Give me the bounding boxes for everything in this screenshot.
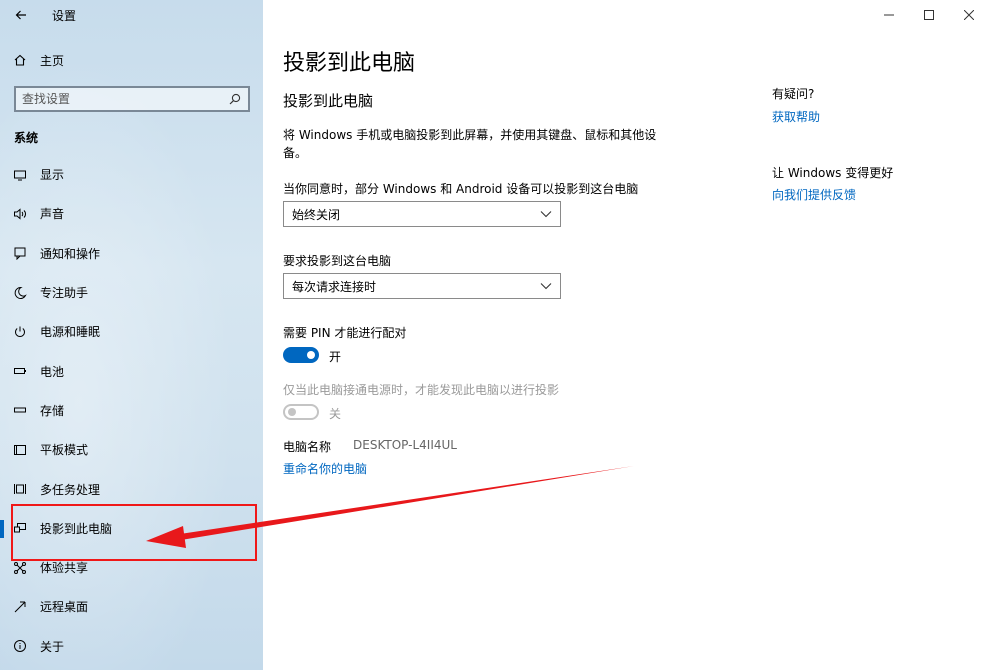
pc-name-value: DESKTOP-L4II4UL: [353, 438, 457, 452]
sidebar-item-label: 体验共享: [40, 561, 89, 576]
sidebar-item-about[interactable]: 关于: [0, 627, 263, 666]
sidebar-item-project-to-pc[interactable]: 投影到此电脑: [0, 509, 263, 548]
improve-windows-title: 让 Windows 变得更好: [772, 166, 894, 180]
sidebar-item-home[interactable]: 主页: [0, 46, 263, 74]
storage-icon: [0, 403, 40, 417]
availability-label: 当你同意时，部分 Windows 和 Android 设备可以投影到这台电脑: [283, 182, 639, 196]
pin-toggle[interactable]: [283, 347, 319, 363]
minimize-icon: [884, 14, 894, 16]
power-discovery-label: 仅当此电脑接通电源时，才能发现此电脑以进行投影: [283, 383, 560, 397]
sidebar-item-multitasking[interactable]: 多任务处理: [0, 469, 263, 508]
sidebar-item-label: 关于: [40, 639, 65, 654]
feedback-link[interactable]: 向我们提供反馈: [772, 186, 856, 203]
sidebar-item-shared-experiences[interactable]: 体验共享: [0, 548, 263, 587]
sidebar-item-label: 电池: [40, 364, 65, 379]
home-label: 主页: [40, 53, 65, 68]
app-title: 设置: [52, 9, 77, 23]
speaker-icon: [0, 207, 40, 221]
availability-dropdown[interactable]: 始终关闭: [283, 201, 561, 227]
minimize-button[interactable]: [869, 0, 909, 30]
help-question-title: 有疑问?: [772, 87, 815, 101]
section-subtitle: 投影到此电脑: [283, 92, 374, 110]
power-icon: [0, 325, 40, 339]
sidebar-item-battery[interactable]: 电池: [0, 351, 263, 390]
ask-to-project-dropdown-value: 每次请求连接时: [292, 279, 377, 294]
page-title: 投影到此电脑: [283, 51, 416, 76]
sidebar-item-label: 专注助手: [40, 286, 89, 301]
ask-to-project-label: 要求投影到这台电脑: [283, 254, 392, 268]
sidebar-item-label: 平板模式: [40, 443, 89, 458]
sidebar: 设置 主页 系统 显示 声音 通知和操作 专注助手 电源和睡眠: [0, 0, 263, 670]
sidebar-item-label: 投影到此电脑: [40, 521, 113, 536]
home-icon: [0, 53, 40, 67]
chevron-down-icon: [540, 283, 552, 290]
sidebar-item-storage[interactable]: 存储: [0, 391, 263, 430]
sidebar-item-sound[interactable]: 声音: [0, 194, 263, 233]
share-icon: [0, 561, 40, 575]
battery-icon: [0, 364, 40, 378]
sidebar-item-remote-desktop[interactable]: 远程桌面: [0, 587, 263, 626]
section-label: 系统: [14, 131, 39, 145]
sidebar-item-focus-assist[interactable]: 专注助手: [0, 273, 263, 312]
sidebar-nav: 显示 声音 通知和操作 专注助手 电源和睡眠 电池 存储 平板模式 多任务处理 …: [0, 155, 263, 666]
sidebar-item-tablet-mode[interactable]: 平板模式: [0, 430, 263, 469]
sidebar-item-display[interactable]: 显示: [0, 155, 263, 194]
maximize-button[interactable]: [909, 0, 949, 30]
projection-icon: [0, 521, 40, 535]
sidebar-item-power-sleep[interactable]: 电源和睡眠: [0, 312, 263, 351]
sidebar-item-label: 电源和睡眠: [40, 325, 101, 340]
sidebar-item-label: 远程桌面: [40, 600, 89, 615]
rename-pc-link[interactable]: 重命名你的电脑: [283, 460, 367, 477]
search-box[interactable]: [14, 86, 250, 112]
pc-name-label: 电脑名称: [283, 440, 332, 454]
window-controls: [869, 0, 989, 30]
monitor-icon: [0, 168, 40, 182]
info-icon: [0, 639, 40, 653]
tablet-icon: [0, 443, 40, 457]
sidebar-item-label: 多任务处理: [40, 482, 101, 497]
ask-to-project-dropdown[interactable]: 每次请求连接时: [283, 273, 561, 299]
search-input[interactable]: [22, 92, 228, 106]
power-discovery-toggle[interactable]: [283, 404, 319, 420]
sidebar-item-label: 通知和操作: [40, 246, 101, 261]
close-icon: [964, 10, 974, 20]
pin-toggle-state: 开: [329, 350, 342, 364]
main-content: 投影到此电脑 投影到此电脑 将 Windows 手机或电脑投影到此屏幕，并使用其…: [263, 0, 989, 670]
sidebar-item-label: 存储: [40, 403, 65, 418]
availability-dropdown-value: 始终关闭: [292, 207, 341, 222]
pin-label: 需要 PIN 才能进行配对: [283, 326, 407, 340]
page-description: 将 Windows 手机或电脑投影到此屏幕，并使用其键盘、鼠标和其他设备。: [283, 128, 657, 160]
remote-desktop-icon: [0, 600, 40, 614]
maximize-icon: [924, 10, 934, 20]
multitask-icon: [0, 482, 40, 496]
moon-icon: [0, 286, 40, 300]
back-arrow-icon: [15, 10, 26, 20]
notification-icon: [0, 246, 40, 261]
sidebar-item-label: 显示: [40, 168, 65, 183]
power-discovery-toggle-state: 关: [329, 407, 342, 421]
get-help-link[interactable]: 获取帮助: [772, 108, 820, 125]
chevron-down-icon: [540, 211, 552, 218]
close-button[interactable]: [949, 0, 989, 30]
sidebar-item-notifications[interactable]: 通知和操作: [0, 234, 263, 273]
back-button[interactable]: [10, 4, 32, 26]
search-icon[interactable]: [228, 92, 242, 106]
sidebar-item-label: 声音: [40, 207, 65, 222]
